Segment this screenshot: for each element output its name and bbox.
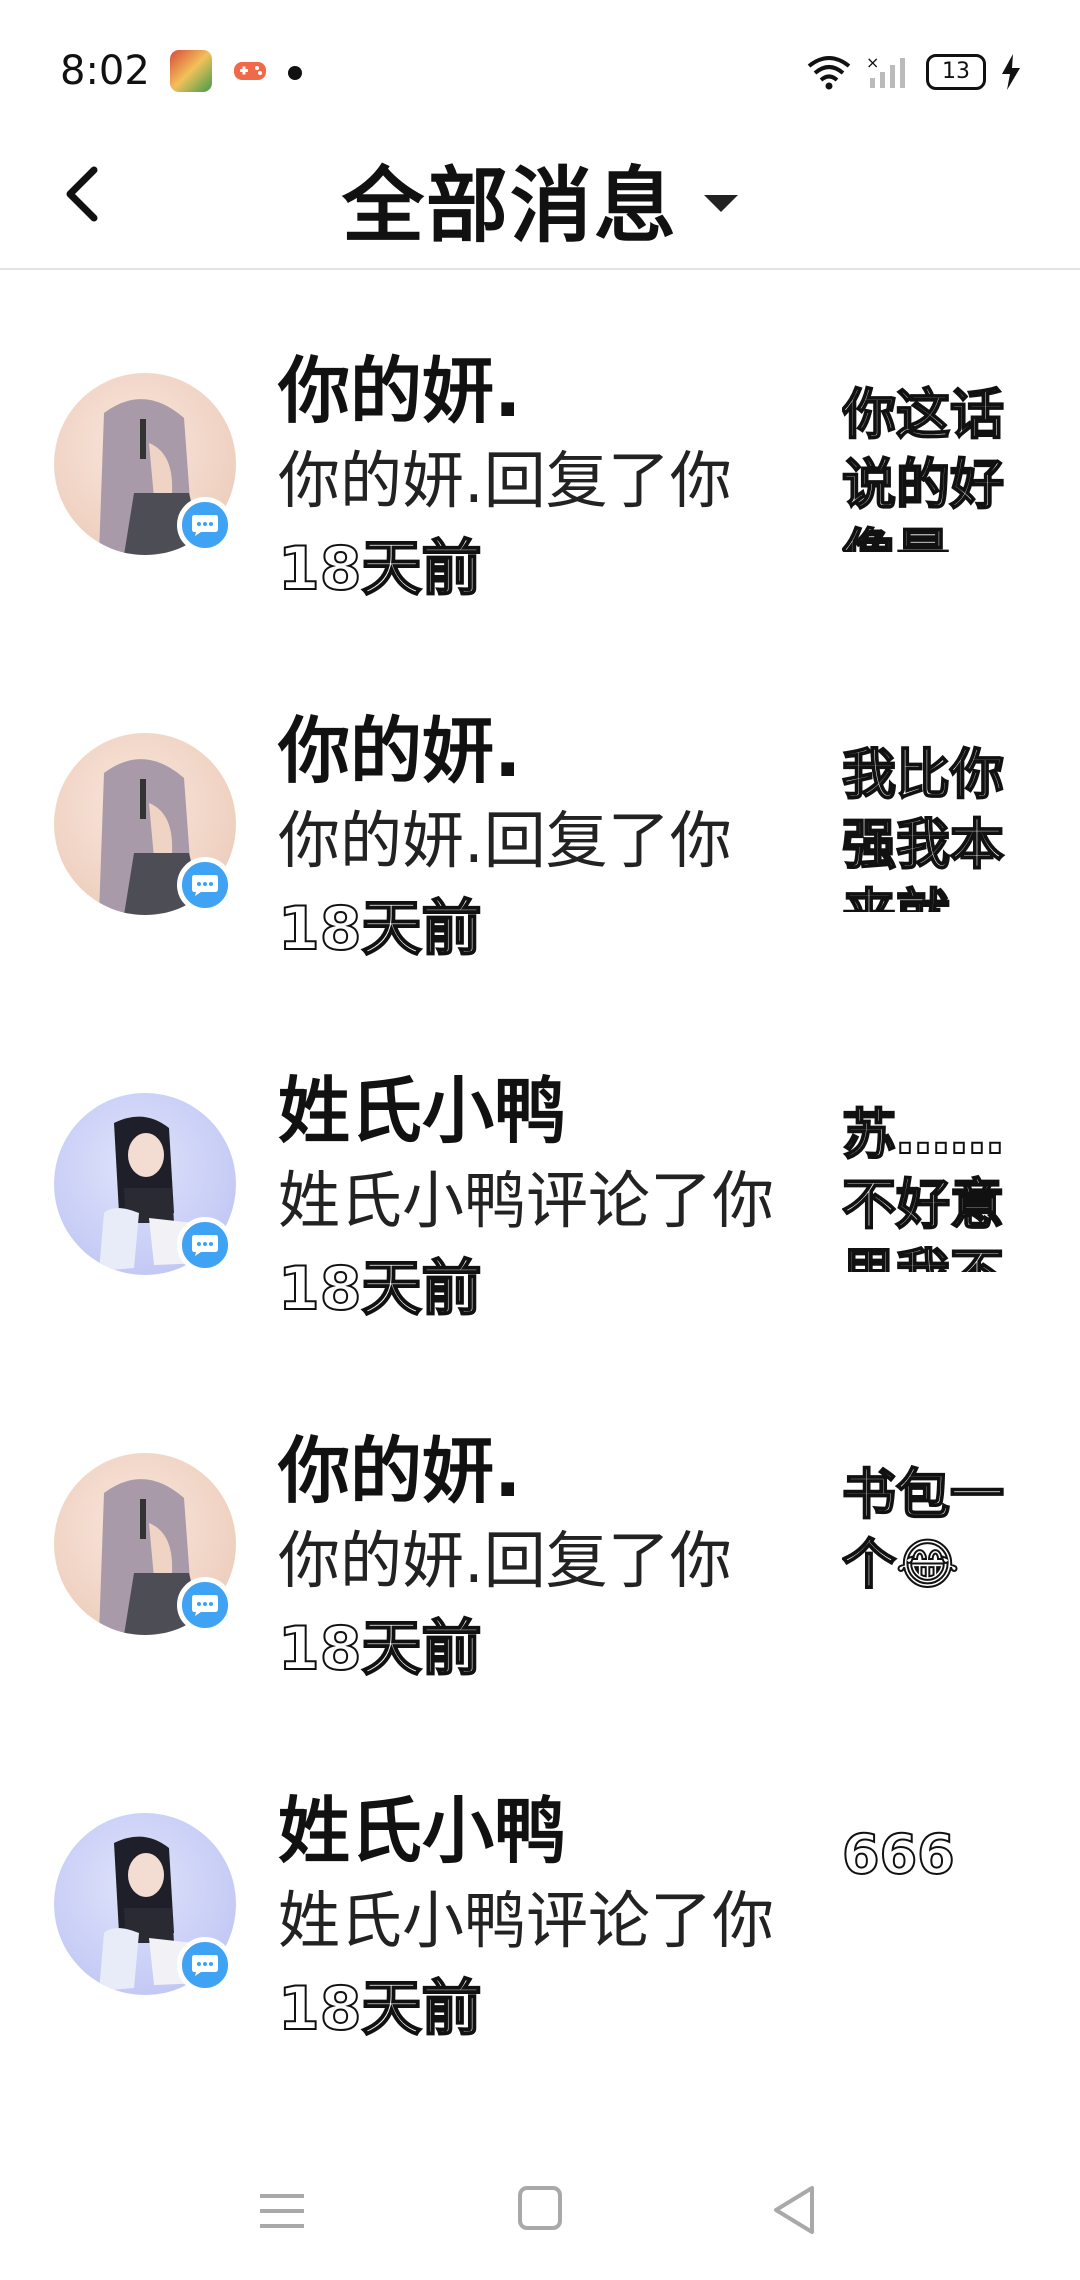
sender-name: 你的妍. (278, 709, 522, 793)
sender-name: 你的妍. (278, 1429, 522, 1513)
chat-bubble-icon (177, 1937, 233, 1993)
system-nav-bar (0, 2140, 1080, 2280)
status-bar: 8:02 × 13 (0, 0, 1080, 150)
wifi-icon (807, 56, 851, 90)
message-action: 你的妍.回复了你 (278, 804, 732, 877)
preview-text: 苏……不好意思我不玩 (842, 1102, 1005, 1272)
chat-bubble-icon (177, 1577, 233, 1633)
message-preview[interactable]: 我比你强我本来就 (842, 740, 1032, 912)
message-time: 18天前 (277, 1973, 482, 2045)
preview-text: 书包一个😂 (842, 1462, 1005, 1597)
message-preview[interactable]: 你这话说的好像是 (842, 380, 1032, 552)
message-item[interactable]: 姓氏小鸭 姓氏小鸭评论了你 18天前 苏……不好意思我不玩 (0, 990, 1080, 1350)
preview-text: 你这话说的好像是 (842, 382, 1005, 552)
message-item[interactable]: 你的妍. 你的妍.回复了你 18天前 我比你强我本来就 (0, 630, 1080, 990)
message-action: 你的妍.回复了你 (278, 1524, 732, 1597)
page-title: 全部消息 (341, 158, 678, 254)
message-action: 你的妍.回复了你 (278, 444, 732, 517)
caret-down-icon (704, 194, 738, 212)
notification-dot (288, 66, 302, 80)
message-time: 18天前 (277, 893, 482, 965)
app-icon-controller (234, 62, 266, 80)
no-signal-icon: × (866, 54, 905, 88)
title-dropdown[interactable]: 全部消息 (0, 148, 1080, 254)
sender-name: 姓氏小鸭 (278, 1789, 567, 1873)
message-time: 18天前 (277, 1613, 482, 1685)
status-time: 8:02 (60, 48, 150, 94)
header-bar: 全部消息 (0, 130, 1080, 270)
charging-bolt-icon (1002, 54, 1020, 90)
sender-name: 你的妍. (278, 349, 522, 433)
chat-bubble-icon (177, 497, 233, 553)
message-item[interactable]: 你的妍. 你的妍.回复了你 18天前 书包一个😂 (0, 1350, 1080, 1710)
preview-text: 我比你强我本来就 (842, 742, 1005, 912)
chat-bubble-icon (177, 1217, 233, 1273)
message-action: 姓氏小鸭评论了你 (278, 1884, 775, 1957)
status-right-group: × 13 (806, 52, 1022, 92)
message-list: 你的妍. 你的妍.回复了你 18天前 你这话说的好像是 你的妍. 你的妍.回复了… (0, 270, 1080, 2070)
sender-name: 姓氏小鸭 (278, 1069, 567, 1153)
message-time: 18天前 (277, 533, 482, 605)
battery-icon: 13 (926, 54, 986, 90)
app-icon-game (170, 50, 212, 92)
message-preview[interactable]: 666 (842, 1820, 1032, 1992)
svg-text:×: × (866, 54, 879, 72)
message-preview[interactable]: 书包一个😂 (842, 1460, 1032, 1632)
back-triangle-icon[interactable] (770, 2184, 818, 2236)
message-time: 18天前 (277, 1253, 482, 1325)
message-action: 姓氏小鸭评论了你 (278, 1164, 775, 1237)
chat-bubble-icon (177, 857, 233, 913)
message-item[interactable]: 你的妍. 你的妍.回复了你 18天前 你这话说的好像是 (0, 270, 1080, 630)
message-item[interactable]: 姓氏小鸭 姓氏小鸭评论了你 18天前 666 (0, 1710, 1080, 2070)
home-square-icon[interactable] (518, 2186, 562, 2230)
menu-icon[interactable] (258, 2188, 306, 2234)
message-preview[interactable]: 苏……不好意思我不玩 (842, 1100, 1032, 1272)
preview-text: 666 (842, 1822, 956, 1887)
